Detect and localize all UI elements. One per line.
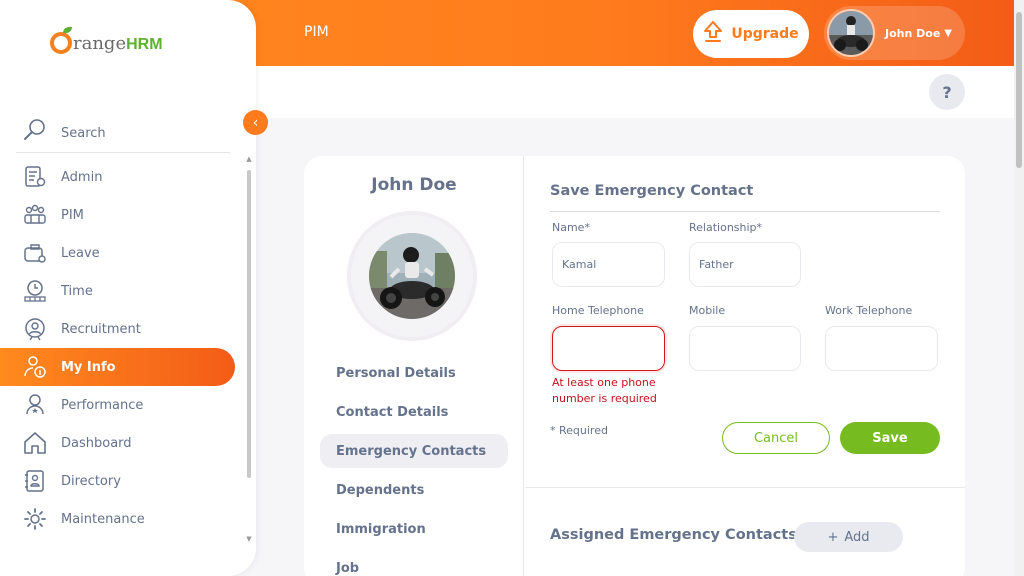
tab-emergency-contacts[interactable]: Emergency Contacts xyxy=(320,434,508,468)
mobile-label: Mobile xyxy=(689,304,726,317)
sidebar-item-recruitment[interactable]: Recruitment xyxy=(0,310,235,348)
save-button[interactable]: Save xyxy=(840,422,940,454)
relationship-label: Relationship* xyxy=(689,221,763,234)
form-title: Save Emergency Contact xyxy=(550,183,754,199)
sidebar-item-label: Performance xyxy=(61,397,144,413)
admin-icon xyxy=(22,164,48,190)
sidebar-item-time[interactable]: Time xyxy=(0,272,235,310)
help-button[interactable]: ? xyxy=(929,74,965,110)
emergency-contact-form: Save Emergency Contact Name* Relationshi… xyxy=(525,156,965,488)
tab-personal-details[interactable]: Personal Details xyxy=(320,356,508,390)
user-dropdown[interactable]: John Doe ▼ xyxy=(824,6,965,60)
sidebar-item-pim[interactable]: PIM xyxy=(0,196,235,234)
caret-down-icon: ▼ xyxy=(944,27,952,39)
search-icon xyxy=(22,117,48,143)
employee-card: John Doe Personal Details Contact Detail… xyxy=(304,156,965,576)
sidebar-scrollbar[interactable]: ▲ ▼ xyxy=(245,155,253,545)
sub-bar xyxy=(256,66,1014,118)
search-label: Search xyxy=(61,125,106,141)
sidebar-collapse-button[interactable]: ‹ xyxy=(243,110,268,135)
time-icon xyxy=(22,278,48,304)
my-info-icon xyxy=(22,354,48,380)
required-note: * Required xyxy=(550,424,608,437)
phone-error-message: At least one phone number is required xyxy=(552,375,657,407)
sidebar-item-admin[interactable]: Admin xyxy=(0,158,235,196)
profile-name: John Doe xyxy=(371,175,457,195)
sidebar-item-my-info[interactable]: My Info xyxy=(0,348,235,386)
add-contact-button[interactable]: + Add xyxy=(794,522,903,552)
name-label: Name* xyxy=(552,221,590,234)
tab-contact-details[interactable]: Contact Details xyxy=(320,395,508,429)
pim-icon xyxy=(22,202,48,228)
upgrade-button[interactable]: Upgrade xyxy=(693,10,809,58)
scroll-up-icon[interactable]: ▲ xyxy=(245,155,253,163)
sidebar-scroll-thumb[interactable] xyxy=(247,170,251,478)
leave-icon xyxy=(22,240,48,266)
sidebar-item-label: Recruitment xyxy=(61,321,141,337)
plus-icon: + xyxy=(827,529,839,545)
sidebar-item-performance[interactable]: Performance xyxy=(0,386,235,424)
sidebar-item-directory[interactable]: Directory xyxy=(0,462,235,500)
home-telephone-field[interactable] xyxy=(552,326,665,371)
recruitment-icon xyxy=(22,316,48,342)
logo-text: range xyxy=(73,33,127,54)
sidebar-item-label: Admin xyxy=(61,169,103,185)
relationship-field[interactable] xyxy=(689,242,801,287)
scroll-down-icon[interactable]: ▼ xyxy=(245,535,253,543)
sidebar-item-label: Time xyxy=(61,283,93,299)
error-line: At least one phone xyxy=(552,376,656,389)
profile-photo[interactable] xyxy=(369,233,455,319)
performance-icon xyxy=(22,392,48,418)
page-scrollbar[interactable] xyxy=(1014,0,1024,576)
sidebar-item-label: Leave xyxy=(61,245,100,261)
sidebar-search[interactable]: Search xyxy=(16,108,230,153)
error-line: number is required xyxy=(552,392,657,405)
name-field[interactable] xyxy=(552,242,665,287)
avatar xyxy=(827,9,875,57)
logo-suffix: HRM xyxy=(126,36,163,53)
upgrade-label: Upgrade xyxy=(731,26,799,42)
work-telephone-label: Work Telephone xyxy=(825,304,913,317)
profile-photo-frame[interactable] xyxy=(351,215,473,337)
chevron-left-icon: ‹ xyxy=(252,114,259,131)
tab-dependents[interactable]: Dependents xyxy=(320,473,508,507)
sidebar-item-label: PIM xyxy=(61,207,84,223)
sidebar-item-label: Dashboard xyxy=(61,435,132,451)
divider xyxy=(550,211,940,212)
tab-job[interactable]: Job xyxy=(320,551,508,576)
sidebar-item-label: Directory xyxy=(61,473,121,489)
maintenance-icon xyxy=(22,506,48,532)
cancel-button[interactable]: Cancel xyxy=(722,422,830,454)
page-scroll-thumb[interactable] xyxy=(1016,12,1022,168)
profile-column: John Doe Personal Details Contact Detail… xyxy=(304,156,524,576)
directory-icon xyxy=(22,468,48,494)
sidebar-item-dashboard[interactable]: Dashboard xyxy=(0,424,235,462)
sidebar-item-label: Maintenance xyxy=(61,511,145,527)
dashboard-icon xyxy=(22,430,48,456)
home-telephone-label: Home Telephone xyxy=(552,304,644,317)
orangehrm-logo[interactable]: range HRM xyxy=(50,27,163,54)
sidebar-item-leave[interactable]: Leave xyxy=(0,234,235,272)
logo-o-icon xyxy=(50,27,72,54)
sidebar-item-maintenance[interactable]: Maintenance xyxy=(0,500,235,538)
work-telephone-field[interactable] xyxy=(825,326,938,371)
tab-immigration[interactable]: Immigration xyxy=(320,512,508,546)
sidebar-item-label: My Info xyxy=(61,359,116,375)
user-name: John Doe xyxy=(885,26,941,40)
mobile-field[interactable] xyxy=(689,326,801,371)
module-title: PIM xyxy=(304,24,329,40)
assigned-contacts-title: Assigned Emergency Contacts xyxy=(550,527,797,543)
upgrade-arrow-icon xyxy=(703,21,723,47)
sidebar: range HRM Search ▲ ▼ Admin PIM Leave Tim… xyxy=(0,0,256,576)
add-label: Add xyxy=(844,529,870,545)
